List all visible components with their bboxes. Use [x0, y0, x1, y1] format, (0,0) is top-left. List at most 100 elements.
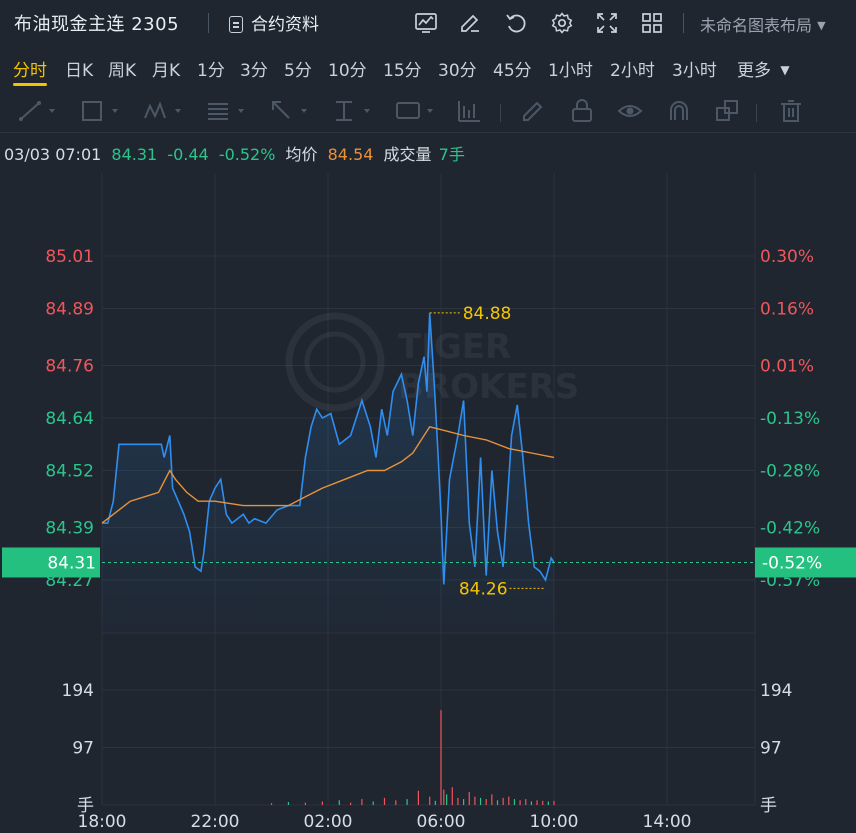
- fib-tool-icon[interactable]: [206, 98, 250, 124]
- avg-value: 84.54: [327, 145, 374, 164]
- volume-tick-label: 97: [760, 739, 782, 759]
- pct-tick-label: -0.42%: [760, 518, 820, 538]
- quote-price: 84.31: [111, 145, 158, 164]
- pattern-tool-icon[interactable]: [143, 98, 187, 124]
- toolbar-divider: [0, 132, 856, 133]
- volume-tick-label: 手: [77, 796, 94, 816]
- pct-tick-label: -0.13%: [760, 409, 820, 429]
- chevron-down-icon: ▼: [780, 63, 790, 77]
- measure-tool-icon[interactable]: [332, 98, 376, 124]
- tab-3min[interactable]: 3分: [240, 56, 268, 81]
- volume-tick-label: 194: [760, 681, 792, 701]
- tab-2hour[interactable]: 2小时: [610, 56, 655, 81]
- document-icon: [229, 16, 243, 33]
- pct-tick-label: 0.16%: [760, 300, 814, 320]
- volume-label: 成交量: [383, 145, 432, 164]
- volume-tick-label: 手: [760, 796, 777, 816]
- brush-icon[interactable]: [520, 98, 546, 124]
- contract-info-button[interactable]: 合约资料: [229, 10, 319, 35]
- low-price-label: 84.26: [459, 579, 508, 599]
- time-axis-label: 02:00: [304, 812, 353, 832]
- chart-icon[interactable]: [414, 11, 438, 35]
- tab-1hour[interactable]: 1小时: [548, 56, 593, 81]
- layers-icon[interactable]: [714, 98, 740, 124]
- instrument-title[interactable]: 布油现金主连 2305: [14, 10, 179, 36]
- tab-5min[interactable]: 5分: [284, 56, 312, 81]
- magnet-icon[interactable]: [666, 98, 692, 124]
- svg-text:TIGER: TIGER: [398, 327, 511, 367]
- price-tick-label: 84.52: [45, 462, 94, 482]
- price-tick-label: 84.64: [45, 409, 94, 429]
- arrow-tool-icon[interactable]: [269, 98, 313, 124]
- pct-tick-label: 0.01%: [760, 356, 814, 376]
- layout-selector[interactable]: 未命名图表布局 ▼: [700, 12, 826, 36]
- avg-label: 均价: [285, 145, 318, 164]
- tab-daily[interactable]: 日K: [65, 56, 93, 81]
- pct-tick-label: -0.28%: [760, 462, 820, 482]
- time-axis-label: 10:00: [530, 812, 579, 832]
- quote-change-pct: -0.52%: [218, 145, 276, 164]
- tab-more[interactable]: 更多 ▼: [737, 56, 790, 81]
- high-price-label: 84.88: [463, 304, 512, 324]
- tab-3hour[interactable]: 3小时: [672, 56, 717, 81]
- tab-30min[interactable]: 30分: [438, 56, 477, 81]
- divider: [756, 104, 757, 122]
- contract-info-label: 合约资料: [251, 15, 319, 35]
- tab-time-sharing[interactable]: 分时: [13, 56, 47, 81]
- price-tick-label: 84.89: [45, 300, 94, 320]
- price-tick-label: 84.39: [45, 518, 94, 538]
- tab-15min[interactable]: 15分: [383, 56, 422, 81]
- divider: [208, 13, 209, 33]
- time-axis-label: 06:00: [417, 812, 466, 832]
- rectangle-tool-icon[interactable]: [80, 98, 124, 124]
- tab-weekly[interactable]: 周K: [108, 56, 136, 81]
- price-line: [102, 312, 555, 585]
- settings-icon[interactable]: [550, 11, 574, 35]
- quote-datetime: 03/03 07:01: [4, 145, 102, 164]
- quote-change: -0.44: [167, 145, 209, 164]
- tab-45min[interactable]: 45分: [493, 56, 532, 81]
- average-line: [101, 425, 555, 524]
- active-tab-indicator: [13, 83, 47, 86]
- time-axis-label: 18:00: [78, 812, 127, 832]
- price-area: [102, 312, 554, 633]
- tab-1min[interactable]: 1分: [197, 56, 225, 81]
- watermark: TIGER BROKERS: [285, 312, 579, 412]
- text-tool-icon[interactable]: [395, 98, 439, 124]
- trash-icon[interactable]: [778, 98, 804, 124]
- lock-icon[interactable]: [569, 98, 595, 124]
- divider: [683, 13, 684, 33]
- refresh-icon[interactable]: [504, 11, 528, 35]
- tab-monthly[interactable]: 月K: [152, 56, 180, 81]
- time-axis-label: 14:00: [643, 812, 692, 832]
- pct-tick-label: 0.30%: [760, 247, 814, 267]
- tab-more-label: 更多: [737, 61, 771, 81]
- volume-tick-label: 194: [62, 681, 94, 701]
- price-tick-label: 85.01: [45, 247, 94, 267]
- price-tick-label: 84.76: [45, 356, 94, 376]
- current-price-badge: [2, 547, 100, 578]
- current-price-label: 84.31: [47, 553, 96, 573]
- svg-text:BROKERS: BROKERS: [398, 367, 579, 407]
- volume-tick-label: 97: [72, 739, 94, 759]
- divider: [500, 104, 501, 122]
- drawing-toolbar: [0, 92, 856, 130]
- time-axis-label: 22:00: [191, 812, 240, 832]
- eye-icon[interactable]: [617, 98, 643, 124]
- period-tabs: 分时 日K 周K 月K 1分 3分 5分 10分 15分 30分 45分 1小时…: [0, 52, 856, 92]
- quote-info-line: 03/03 07:01 84.31 -0.44 -0.52% 均价 84.54 …: [4, 141, 470, 165]
- grid-icon[interactable]: [640, 11, 664, 35]
- indicator-tool-icon[interactable]: [456, 98, 482, 124]
- chevron-down-icon: ▼: [817, 19, 826, 32]
- line-tool-icon[interactable]: [17, 98, 61, 124]
- current-pct-label: -0.52%: [762, 553, 822, 573]
- current-pct-badge: [755, 547, 856, 578]
- volume-value: 7手: [438, 145, 465, 164]
- top-bar: 布油现金主连 2305 合约资料 未命名图表布局 ▼: [0, 0, 856, 46]
- fullscreen-icon[interactable]: [595, 11, 619, 35]
- tab-10min[interactable]: 10分: [328, 56, 367, 81]
- edit-icon[interactable]: [458, 11, 482, 35]
- price-tick-label: 84.27: [45, 571, 94, 591]
- layout-label: 未命名图表布局: [700, 16, 813, 35]
- pct-tick-label: -0.57%: [760, 571, 820, 591]
